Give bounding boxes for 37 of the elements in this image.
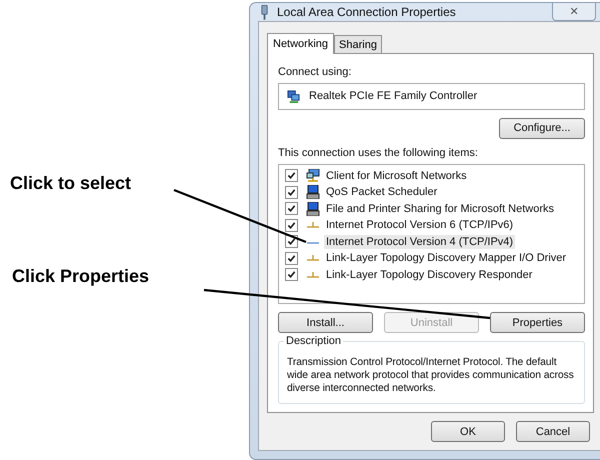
annotation-label: Click to select — [10, 173, 132, 194]
connect-using-label: Connect using: — [278, 66, 352, 78]
network-adapter-icon — [287, 90, 300, 103]
checkbox[interactable] — [285, 268, 298, 282]
checkbox[interactable] — [285, 218, 298, 232]
computer-icon — [306, 202, 320, 216]
description-text: Transmission Control Protocol/Internet Protocol. The default wide area network protocol that provides communication across diverse interconnected networks. — [287, 356, 575, 395]
list-item[interactable]: Internet Protocol Version 6 (TCP/IPv6) — [324, 218, 516, 232]
configure-button[interactable]: Configure... — [499, 118, 585, 139]
list-item[interactable]: File and Printer Sharing for Microsoft Networks — [324, 202, 556, 216]
checkbox[interactable] — [285, 169, 298, 182]
network-cable-icon — [260, 4, 269, 20]
computer-icon — [306, 185, 320, 200]
description-legend: Description — [284, 335, 344, 347]
action-button[interactable]: Properties — [490, 312, 585, 333]
action-button[interactable]: Install... — [278, 312, 373, 333]
items-label: This connection uses the following items: — [278, 146, 479, 159]
tab[interactable]: Sharing — [334, 35, 382, 53]
dialog-button[interactable]: OK — [431, 421, 505, 442]
protocol-icon — [306, 270, 320, 279]
dialog-button[interactable]: Cancel — [516, 421, 590, 442]
checkbox[interactable] — [285, 202, 298, 216]
protocol-icon — [306, 221, 320, 230]
window-title: Local Area Connection Properties — [277, 5, 456, 19]
list-item[interactable]: Internet Protocol Version 4 (TCP/IPv4) — [324, 234, 516, 249]
list-item[interactable]: Link-Layer Topology Discovery Mapper I/O Driver — [324, 251, 568, 266]
adapter-name: Realtek PCIe FE Family Controller — [309, 90, 478, 102]
list-item[interactable]: Client for Microsoft Networks — [324, 168, 469, 183]
network-computer-icon — [306, 168, 320, 183]
protocol-icon — [306, 254, 320, 262]
list-item[interactable]: QoS Packet Scheduler — [324, 185, 440, 200]
tab[interactable]: Networking — [267, 33, 334, 54]
annotation-label: Click Properties — [12, 266, 150, 287]
list-item[interactable]: Link-Layer Topology Discovery Responder — [324, 268, 534, 282]
checkbox[interactable] — [285, 186, 298, 199]
close-button[interactable]: ✕ — [552, 3, 596, 21]
checkbox[interactable] — [285, 252, 298, 265]
